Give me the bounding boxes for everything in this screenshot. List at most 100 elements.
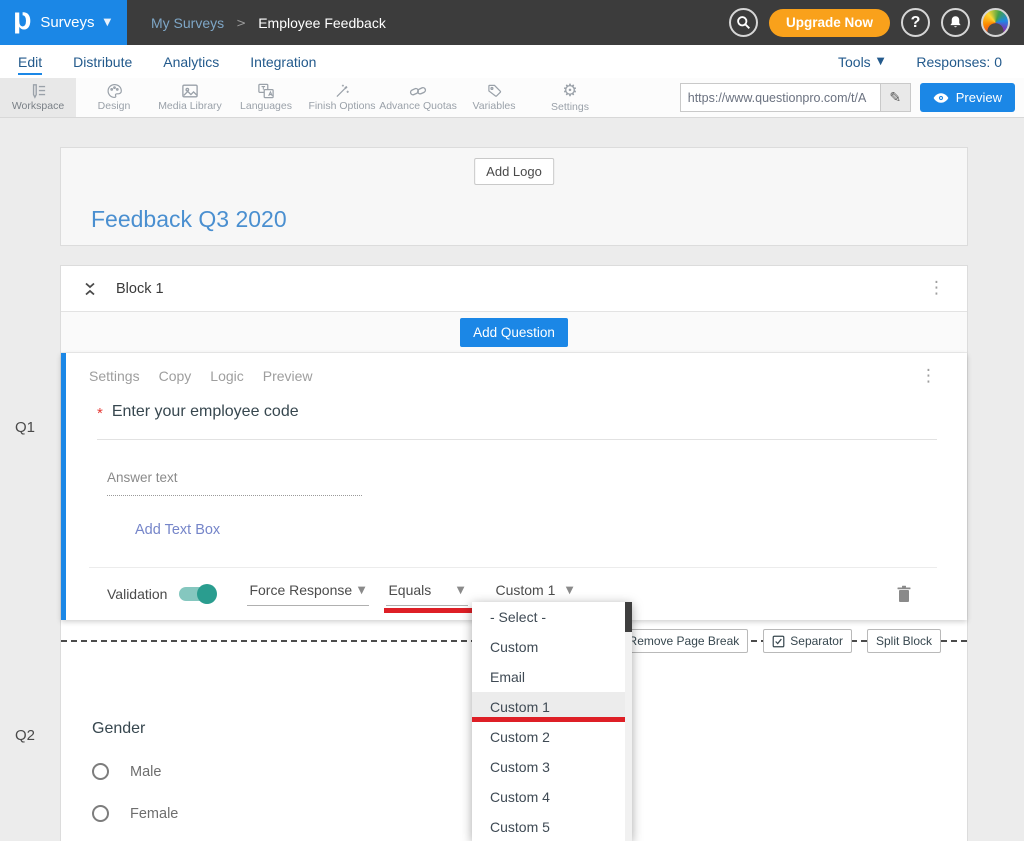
toolbar-item-label: Finish Options [308, 100, 375, 112]
workspace-icon [29, 83, 47, 99]
help-button[interactable]: ? [901, 8, 930, 37]
separator-button[interactable]: Separator [763, 629, 852, 653]
menu-item-custom-3[interactable]: Custom 3 [472, 752, 632, 782]
breadcrumb-parent-link[interactable]: My Surveys [151, 15, 224, 31]
toolbar-item-media-library[interactable]: Media Library [152, 78, 228, 117]
toolbar-item-label: Languages [240, 100, 292, 112]
notifications-button[interactable] [941, 8, 970, 37]
survey-title[interactable]: Feedback Q3 2020 [91, 206, 287, 233]
tab-edit[interactable]: Edit [18, 49, 42, 75]
chevron-down-icon: ▼ [877, 56, 885, 67]
palette-icon [106, 83, 123, 99]
collapse-block-button[interactable] [83, 281, 97, 297]
add-logo-button[interactable]: Add Logo [474, 158, 554, 185]
toolbar-item-label: Media Library [158, 100, 222, 112]
validation-type-select[interactable]: Force Response▼ [247, 582, 369, 606]
delete-validation-button[interactable] [896, 585, 912, 603]
question-preview-link[interactable]: Preview [263, 368, 313, 384]
remove-page-break-label: Remove Page Break [629, 634, 740, 648]
survey-header-card: Add Logo Feedback Q3 2020 [60, 147, 968, 246]
toolbar-item-advance-quotas[interactable]: Advance Quotas [380, 78, 456, 117]
validation-label: Validation [107, 586, 167, 602]
answer-text-field[interactable]: Answer text [107, 470, 362, 496]
survey-url-input[interactable] [680, 83, 880, 112]
survey-tabs-bar: Edit Distribute Analytics Integration To… [0, 45, 1024, 78]
toolbar-item-languages[interactable]: Languages [228, 78, 304, 117]
responses-count: Responses: 0 [916, 54, 1002, 70]
breadcrumb-current: Employee Feedback [258, 15, 386, 31]
question-text[interactable]: Enter your employee code [112, 403, 299, 422]
question-actions: Settings Copy Logic Preview ⋮ [89, 365, 937, 387]
toolbar-item-label: Design [98, 100, 131, 112]
menu-item-custom-2[interactable]: Custom 2 [472, 722, 632, 752]
survey-url-group: ✎ [680, 83, 911, 112]
split-block-button[interactable]: Split Block [867, 629, 941, 653]
tools-menu[interactable]: Tools ▼ [838, 54, 884, 70]
question-settings-link[interactable]: Settings [89, 368, 140, 384]
radio-button[interactable] [92, 805, 109, 822]
toolbar-item-finish-options[interactable]: Finish Options [304, 78, 380, 117]
option-label[interactable]: Male [130, 764, 161, 780]
option-label[interactable]: Female [130, 806, 178, 822]
tab-distribute[interactable]: Distribute [73, 49, 132, 75]
avatar[interactable] [981, 8, 1010, 37]
question-copy-link[interactable]: Copy [159, 368, 192, 384]
subnav-right: Tools ▼ Responses: 0 [838, 54, 1006, 70]
top-navbar: Ϥ Surveys ▼ My Surveys > Employee Feedba… [0, 0, 1024, 45]
tab-analytics[interactable]: Analytics [163, 49, 219, 75]
menu-scrollbar-thumb[interactable] [625, 602, 632, 632]
toolbar-item-label: Advance Quotas [379, 100, 457, 112]
magic-wand-icon [334, 83, 351, 99]
selected-value: Force Response [249, 582, 352, 598]
help-icon: ? [911, 14, 921, 32]
toolbar-item-variables[interactable]: Variables [456, 78, 532, 117]
tools-label: Tools [838, 54, 871, 70]
question-logic-link[interactable]: Logic [210, 368, 243, 384]
toolbar-item-label: Workspace [12, 100, 64, 112]
product-menu[interactable]: Ϥ Surveys ▼ [0, 0, 127, 45]
menu-scrollbar[interactable] [625, 602, 632, 841]
validation-pattern-menu: - Select - Custom Email Custom 1 Custom … [472, 602, 632, 841]
selected-value: Custom 1 [495, 582, 555, 598]
menu-item-custom[interactable]: Custom [472, 632, 632, 662]
collapse-icon [83, 281, 97, 297]
split-block-label: Split Block [876, 634, 932, 648]
questionpro-logo-icon: Ϥ [13, 12, 31, 34]
selected-value: Equals [388, 582, 431, 598]
menu-item-custom-1[interactable]: Custom 1 [472, 692, 632, 722]
product-label: Surveys [40, 14, 94, 31]
menu-item-select[interactable]: - Select - [472, 602, 632, 632]
menu-item-custom-5[interactable]: Custom 5 [472, 812, 632, 841]
translate-icon [257, 83, 275, 99]
upgrade-now-button[interactable]: Upgrade Now [769, 9, 890, 37]
edit-url-button[interactable]: ✎ [880, 83, 911, 112]
add-question-button[interactable]: Add Question [460, 318, 568, 347]
add-text-box-link[interactable]: Add Text Box [135, 522, 220, 567]
toolbar-item-settings[interactable]: ⚙ Settings [532, 78, 608, 117]
question-text-row: * Enter your employee code [97, 403, 937, 440]
validation-operator-select[interactable]: Equals▼ [386, 582, 468, 606]
validation-toggle[interactable] [179, 587, 215, 601]
search-button[interactable] [729, 8, 758, 37]
block-title: Block 1 [116, 281, 164, 297]
menu-item-custom-4[interactable]: Custom 4 [472, 782, 632, 812]
checkbox-checked-icon [772, 635, 785, 648]
block-header: Block 1 ⋮ [61, 266, 967, 312]
toolbar-item-design[interactable]: Design [76, 78, 152, 117]
block-kebab-menu[interactable]: ⋮ [928, 280, 945, 297]
radio-button[interactable] [92, 763, 109, 780]
question-1-card: Settings Copy Logic Preview ⋮ * Enter yo… [61, 353, 967, 620]
chevron-down-icon: ▼ [566, 585, 574, 596]
chain-links-icon [409, 83, 427, 99]
question-kebab-menu[interactable]: ⋮ [920, 368, 937, 385]
separator-label: Separator [790, 634, 843, 648]
tab-integration[interactable]: Integration [250, 49, 316, 75]
question-number-q1: Q1 [15, 419, 35, 436]
chevron-down-icon: ▼ [104, 17, 112, 28]
gear-icon: ⚙ [562, 83, 577, 100]
toolbar-item-workspace[interactable]: Workspace [0, 78, 76, 117]
menu-item-email[interactable]: Email [472, 662, 632, 692]
page-break-buttons: Remove Page Break Separator Split Block [602, 629, 941, 653]
toggle-knob [197, 584, 217, 604]
preview-button[interactable]: Preview [920, 83, 1015, 112]
